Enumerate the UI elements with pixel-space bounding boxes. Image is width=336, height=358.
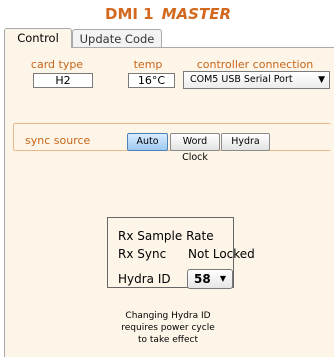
card-type-label: card type [30,58,84,71]
sync-auto-button[interactable]: Auto [127,133,168,151]
hydra-id-value: 58 [194,272,211,286]
note-line-3: to take effect [138,335,198,345]
chevron-down-icon: ▼ [219,274,226,283]
rx-sync-label: Rx Sync [118,247,167,261]
window-title: DMI 1 MASTER [0,5,336,23]
sync-source-label: sync source [25,134,91,147]
rx-sync-value: Not Locked [188,247,255,261]
connection-label: controller connection [196,58,314,71]
temp-value: 16°C [128,73,175,88]
note-line-1: Changing Hydra ID [125,311,211,321]
tab-update-code[interactable]: Update Code [72,29,162,48]
device-role: MASTER [161,5,231,23]
hydra-id-label: Hydra ID [118,272,171,286]
temp-label: temp [133,58,163,71]
rx-sample-rate-label: Rx Sample Rate [118,229,214,243]
connection-select-value: COM5 USB Serial Port [190,74,293,85]
connection-select[interactable]: COM5 USB Serial Port ▼ [183,71,330,89]
hydra-id-select[interactable]: 58 ▼ [187,269,233,289]
chevron-down-icon: ▼ [318,75,325,85]
sync-word-clock-button[interactable]: Word Clock [170,133,220,163]
card-type-value: H2 [33,73,93,88]
device-name: DMI 1 [105,5,154,23]
tab-control[interactable]: Control [4,28,72,48]
sync-hydra-button[interactable]: Hydra [221,133,270,151]
note-line-2: requires power cycle [121,323,215,333]
